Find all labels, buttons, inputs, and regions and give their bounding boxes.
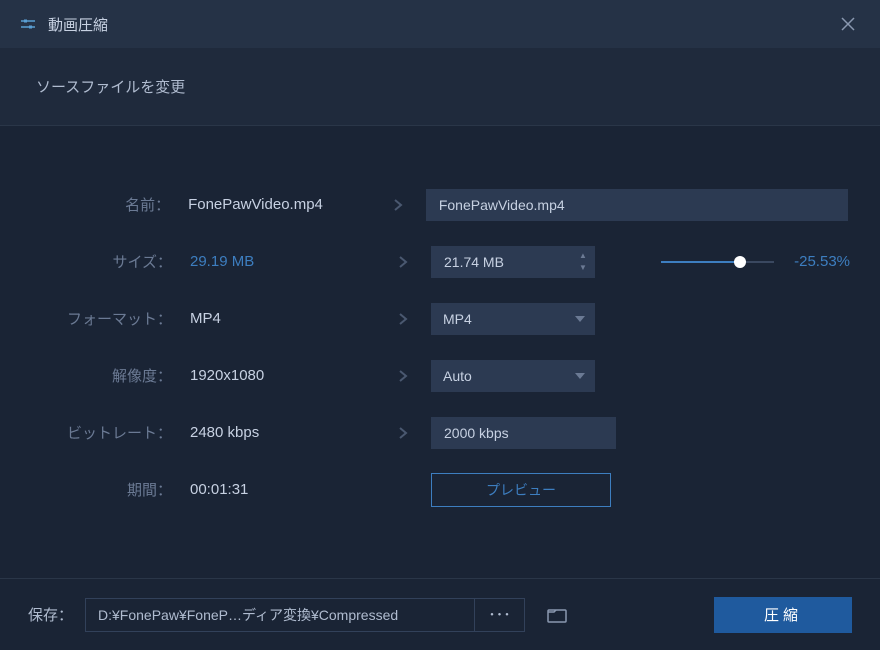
- row-resolution: 解像度： 1920x1080 Auto: [30, 347, 850, 404]
- row-format: フォーマット： MP4 MP4: [30, 290, 850, 347]
- row-duration: 期間： 00:01:31 プレビュー: [30, 461, 850, 518]
- source-size: 29.19 MB: [190, 253, 375, 270]
- label-format: フォーマット：: [30, 308, 190, 329]
- chevron-right-icon: [375, 368, 431, 384]
- source-bitrate: 2480 kbps: [190, 424, 375, 441]
- titlebar: 動画圧縮: [0, 0, 880, 48]
- chevron-right-icon: [375, 254, 431, 270]
- browse-button[interactable]: ･･･: [475, 598, 525, 632]
- chevron-right-icon: [375, 311, 431, 327]
- label-duration: 期間：: [30, 479, 190, 500]
- target-name-input[interactable]: [426, 189, 848, 221]
- target-format-select[interactable]: MP4: [431, 303, 595, 335]
- label-resolution: 解像度：: [30, 365, 190, 386]
- chevron-right-icon: [375, 425, 431, 441]
- spinner-down-icon[interactable]: ▼: [575, 262, 591, 274]
- slider-fill: [661, 261, 740, 263]
- save-label: 保存：: [28, 604, 73, 625]
- chevron-down-icon: [575, 316, 585, 322]
- subtitle: ソースファイルを変更: [0, 48, 880, 126]
- main-panel: 名前： FonePawVideo.mp4 サイズ： 29.19 MB ▲ ▼: [0, 126, 880, 578]
- compression-percent: -25.53%: [794, 253, 850, 270]
- source-resolution: 1920x1080: [190, 367, 375, 384]
- footer: 保存： D:¥FonePaw¥FoneP…ディア変換¥Compressed ･･…: [0, 578, 880, 650]
- target-size-input[interactable]: [431, 246, 595, 278]
- size-slider[interactable]: [661, 261, 774, 265]
- label-size: サイズ：: [30, 251, 190, 272]
- source-duration: 00:01:31: [190, 481, 375, 498]
- sliders-icon: [20, 16, 36, 32]
- spinner-up-icon[interactable]: ▲: [575, 250, 591, 262]
- close-button[interactable]: [836, 12, 860, 36]
- compress-button[interactable]: 圧縮: [714, 597, 852, 633]
- target-size-spinner[interactable]: ▲ ▼: [431, 246, 595, 278]
- source-format: MP4: [190, 310, 375, 327]
- target-bitrate-input[interactable]: [431, 417, 616, 449]
- chevron-down-icon: [575, 373, 585, 379]
- target-resolution-value: Auto: [443, 368, 472, 384]
- row-size: サイズ： 29.19 MB ▲ ▼ -25.53%: [30, 233, 850, 290]
- preview-button[interactable]: プレビュー: [431, 473, 611, 507]
- save-path: D:¥FonePaw¥FoneP…ディア変換¥Compressed: [85, 598, 475, 632]
- source-name: FonePawVideo.mp4: [188, 196, 371, 213]
- titlebar-left: 動画圧縮: [20, 14, 108, 35]
- slider-thumb[interactable]: [734, 256, 746, 268]
- row-name: 名前： FonePawVideo.mp4: [30, 176, 850, 233]
- row-bitrate: ビットレート： 2480 kbps: [30, 404, 850, 461]
- window-title: 動画圧縮: [48, 14, 108, 35]
- save-path-group: D:¥FonePaw¥FoneP…ディア変換¥Compressed ･･･: [85, 598, 575, 632]
- chevron-right-icon: [371, 197, 426, 213]
- label-name: 名前：: [30, 194, 188, 215]
- open-folder-button[interactable]: [539, 598, 575, 632]
- target-resolution-select[interactable]: Auto: [431, 360, 595, 392]
- target-format-value: MP4: [443, 311, 472, 327]
- label-bitrate: ビットレート：: [30, 422, 190, 443]
